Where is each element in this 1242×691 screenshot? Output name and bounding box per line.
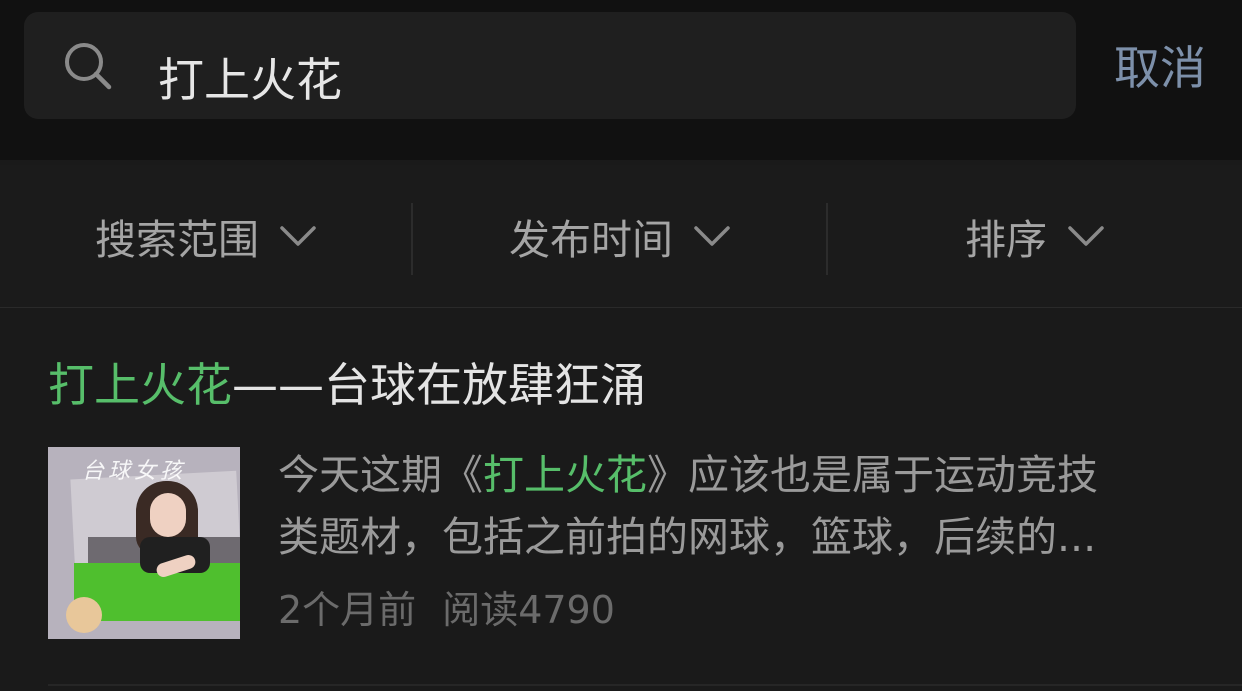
thumbnail-figure-face: [150, 493, 186, 537]
publish-time: 2个月前: [278, 588, 417, 632]
chevron-down-icon: [1068, 226, 1104, 246]
result-title[interactable]: 打上火花——台球在放肆狂涌: [48, 355, 646, 415]
description-line: 今天这期《打上火花》应该也是属于运动竞技: [278, 451, 1098, 499]
filter-sort[interactable]: 排序: [828, 165, 1242, 307]
filter-label: 排序: [965, 216, 1047, 264]
filter-bar: 搜索范围 发布时间 排序: [0, 165, 1242, 308]
search-query[interactable]: 打上火花: [158, 52, 342, 108]
title-highlight: 打上火花: [48, 358, 232, 412]
read-count: 阅读4790: [442, 588, 615, 632]
search-header: 打上火花 取消: [0, 0, 1242, 160]
cancel-button[interactable]: 取消: [1114, 40, 1206, 96]
chevron-down-icon: [280, 226, 316, 246]
filter-label: 搜索范围: [95, 216, 259, 264]
result-meta: 2个月前 阅读4790: [278, 582, 615, 638]
title-rest: ——台球在放肆狂涌: [232, 358, 646, 412]
thumbnail-ball: [66, 597, 102, 633]
divider: [48, 684, 1242, 686]
filter-search-scope[interactable]: 搜索范围: [0, 165, 412, 307]
search-input[interactable]: 打上火花: [24, 12, 1076, 119]
filter-label: 发布时间: [509, 216, 673, 264]
description-line: 类题材，包括之前拍的网球，篮球，后续的...: [278, 513, 1097, 561]
result-thumbnail[interactable]: 台球女孩: [48, 447, 240, 639]
description-highlight: 打上火花: [483, 451, 647, 499]
thumbnail-caption: 台球女孩: [82, 459, 187, 484]
chevron-down-icon: [694, 226, 730, 246]
search-icon: [65, 43, 112, 90]
result-description[interactable]: 今天这期《打上火花》应该也是属于运动竞技 类题材，包括之前拍的网球，篮球，后续的…: [278, 444, 1208, 568]
filter-publish-time[interactable]: 发布时间: [413, 165, 827, 307]
